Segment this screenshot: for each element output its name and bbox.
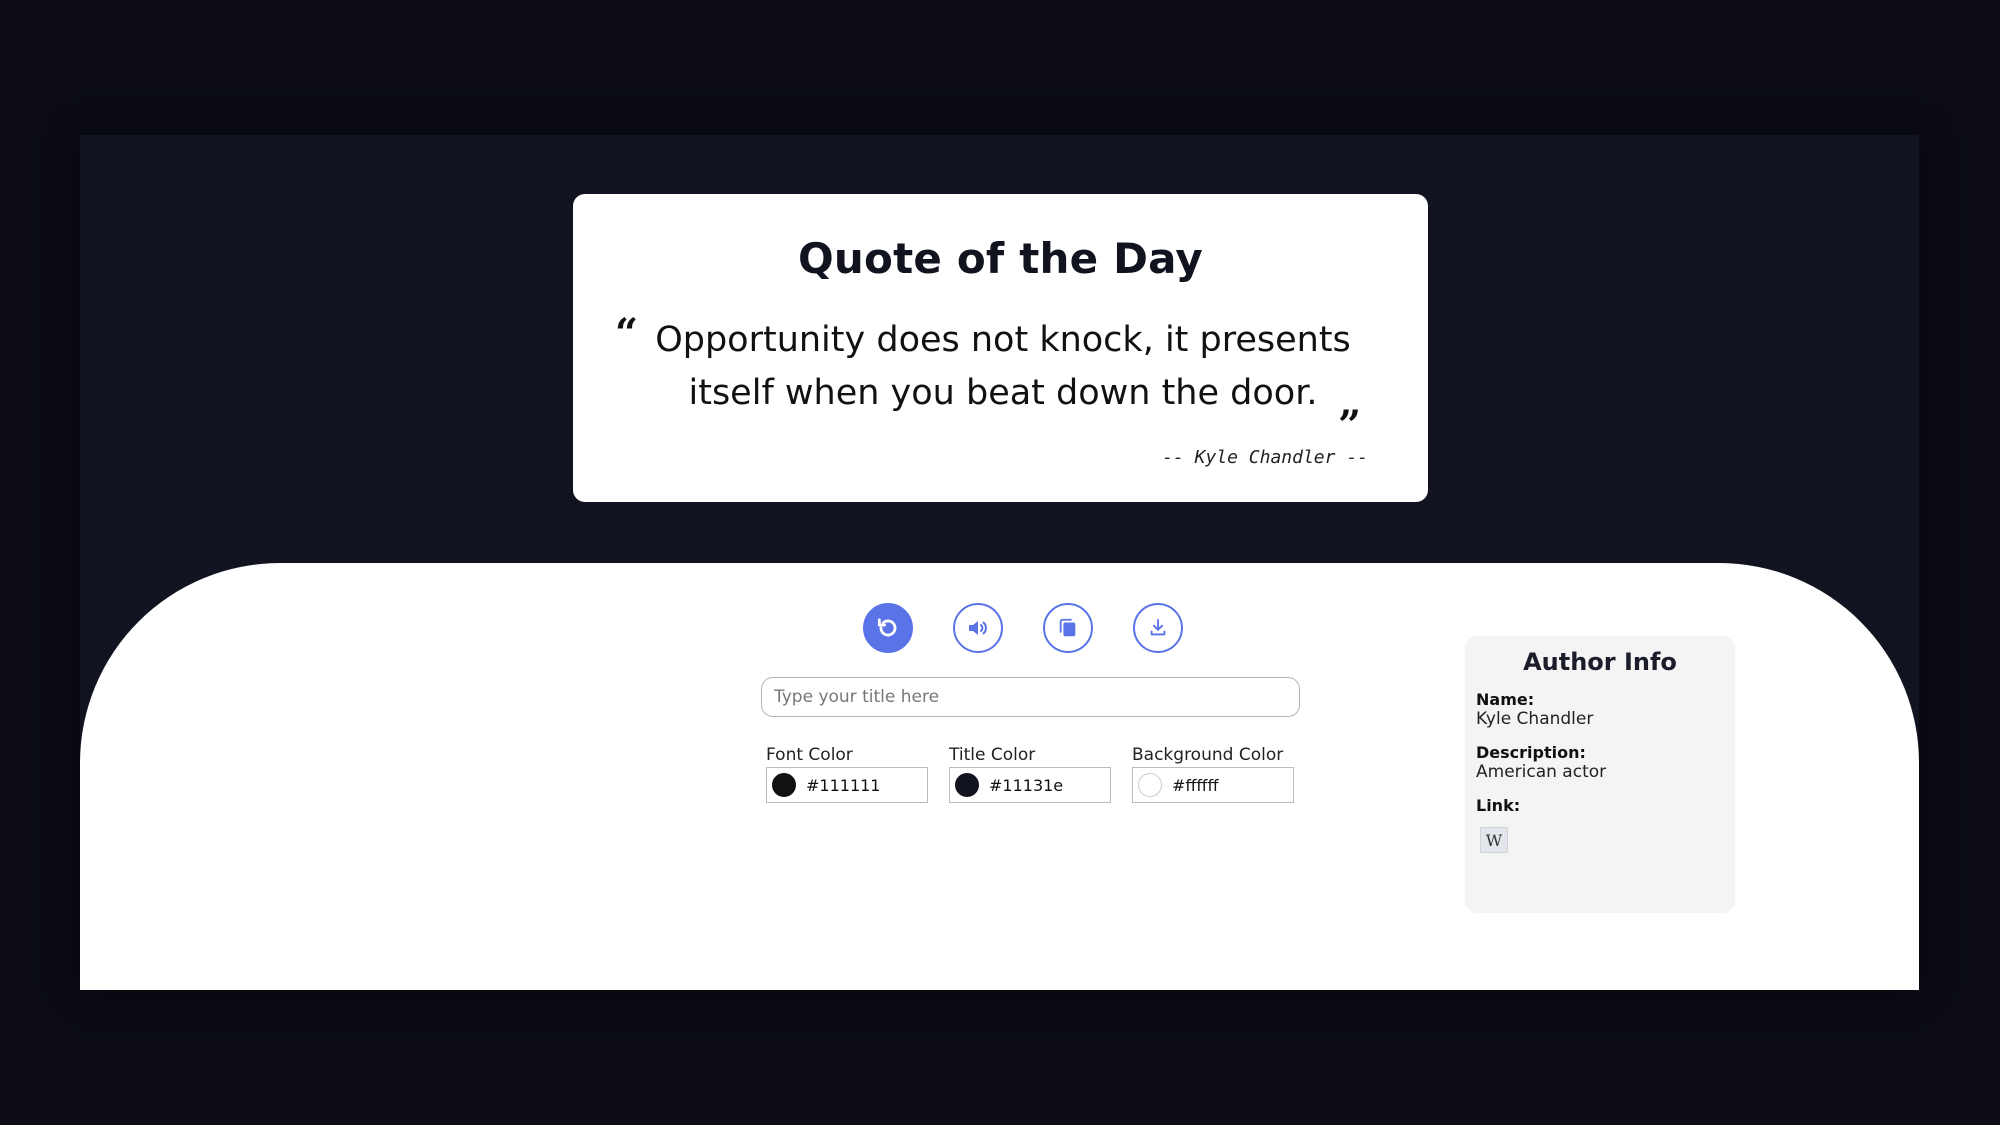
author-link-label: Link: (1476, 796, 1521, 815)
author-info-panel: Author Info Name: Kyle Chandler Descript… (1465, 636, 1735, 913)
font-color-value: #111111 (806, 775, 881, 795)
quote-card: Quote of the Day “ Opportunity does not … (573, 194, 1428, 502)
title-color-picker[interactable]: #11131e (949, 767, 1111, 803)
background-color-value: #ffffff (1172, 775, 1219, 795)
background-color-group: Background Color #ffffff (1132, 745, 1294, 803)
background-color-label: Background Color (1132, 745, 1284, 765)
open-quote-icon: “ (615, 310, 639, 357)
refresh-button[interactable] (863, 603, 913, 653)
app-frame: Quote of the Day “ Opportunity does not … (80, 135, 1919, 990)
author-name-label: Name: (1476, 690, 1535, 709)
quote-text: Opportunity does not knock, it presents … (655, 320, 1351, 413)
speaker-icon (969, 621, 987, 635)
author-description: American actor (1476, 762, 1607, 782)
wikipedia-icon[interactable]: W (1480, 827, 1508, 853)
background-color-picker[interactable]: #ffffff (1132, 767, 1294, 803)
background-color-swatch[interactable] (1138, 773, 1162, 797)
refresh-icon (877, 618, 897, 637)
font-color-swatch[interactable] (772, 773, 796, 797)
quote-title: Quote of the Day (798, 234, 1203, 283)
download-icon (1150, 618, 1166, 636)
font-color-label: Font Color (766, 745, 853, 765)
copy-icon (1059, 618, 1076, 637)
title-color-label: Title Color (949, 745, 1036, 765)
title-color-swatch[interactable] (955, 773, 979, 797)
close-quote-icon: ” (1338, 402, 1362, 449)
title-color-group: Title Color #11131e (949, 745, 1111, 803)
author-description-label: Description: (1476, 743, 1586, 762)
author-name: Kyle Chandler (1476, 709, 1594, 729)
font-color-picker[interactable]: #111111 (766, 767, 928, 803)
toolbar (863, 603, 1183, 657)
download-button[interactable] (1133, 603, 1183, 653)
controls-panel: Font Color #111111 Title Color #11131e B… (80, 563, 1919, 990)
quote-author: -- Kyle Chandler -- (1162, 447, 1368, 468)
speak-button[interactable] (953, 603, 1003, 653)
title-input[interactable] (761, 677, 1300, 717)
author-info-heading: Author Info (1523, 648, 1677, 676)
font-color-group: Font Color #111111 (766, 745, 928, 803)
copy-button[interactable] (1043, 603, 1093, 653)
title-color-value: #11131e (989, 775, 1064, 795)
